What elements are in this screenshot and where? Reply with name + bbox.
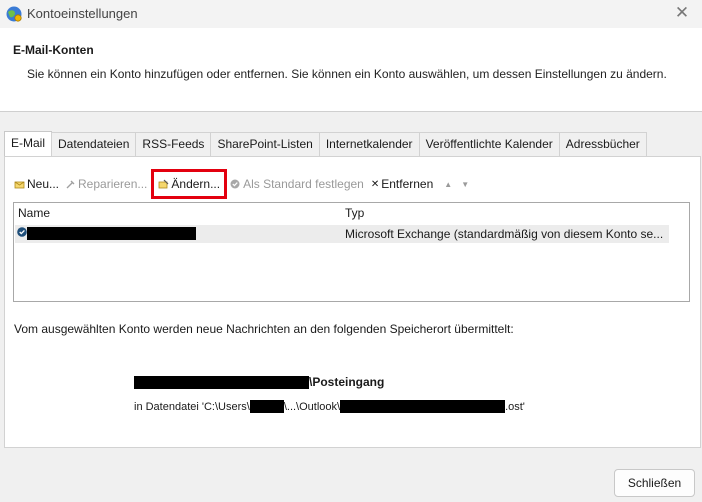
delivery-info-text: Vom ausgewählten Konto werden neue Nachr… (14, 322, 514, 336)
column-header-type[interactable]: Typ (345, 206, 364, 220)
change-settings-icon (158, 179, 169, 188)
redacted-username (249, 400, 284, 413)
redacted-mailbox (134, 375, 309, 389)
window-title: Kontoeinstellungen (27, 6, 138, 21)
remove-account-button[interactable]: ✕ Entfernen (371, 174, 433, 194)
data-file-prefix: in Datendatei 'C:\Users\ (134, 400, 250, 413)
remove-account-label: Entfernen (381, 177, 434, 191)
data-file-path: in Datendatei 'C:\Users\ \...\Outlook\ .… (134, 400, 525, 413)
repair-button[interactable]: Reparieren... (65, 174, 147, 194)
data-file-suffix: .ost' (505, 400, 525, 413)
tab-adressbuecher[interactable]: Adressbücher (558, 132, 647, 156)
arrow-down-icon: ▼ (461, 179, 470, 189)
account-row[interactable]: Microsoft Exchange (standardmäßig von di… (15, 225, 669, 243)
default-check-icon (230, 179, 240, 189)
section-heading: E-Mail-Konten (13, 43, 94, 57)
column-header-name[interactable]: Name (18, 206, 50, 220)
default-account-check-icon (17, 227, 27, 237)
tab-internetkalender[interactable]: Internetkalender (318, 132, 420, 156)
tab-datendateien[interactable]: Datendateien (51, 132, 137, 156)
close-icon[interactable]: ✕ (662, 0, 702, 28)
change-account-button[interactable]: Ändern... (151, 169, 228, 199)
tab-rss-feeds[interactable]: RSS-Feeds (135, 132, 212, 156)
new-account-label: Neu... (27, 177, 60, 191)
account-toolbar: Neu... Reparieren... Ändern... Als Stand… (14, 169, 472, 199)
data-file-middle: \...\Outlook\ (283, 400, 341, 413)
remove-x-icon: ✕ (370, 178, 380, 190)
delivery-folder-name: \Posteingang (309, 375, 385, 389)
title-bar: Kontoeinstellungen ✕ (0, 0, 702, 28)
move-up-button[interactable]: ▲ (441, 174, 455, 194)
list-scrollbar[interactable] (670, 203, 689, 301)
new-mail-icon (14, 181, 25, 188)
close-button[interactable]: Schließen (614, 469, 695, 497)
tab-sharepoint-listen[interactable]: SharePoint-Listen (210, 132, 320, 156)
new-account-button[interactable]: Neu... (14, 174, 59, 194)
change-account-label: Ändern... (171, 177, 221, 191)
repair-label: Reparieren... (78, 177, 148, 191)
repair-tools-icon (66, 180, 75, 188)
tab-veroeffentlichte-kalender[interactable]: Veröffentlichte Kalender (418, 132, 560, 156)
account-list[interactable]: Name Typ Microsoft Exchange (standardmäß… (13, 202, 690, 302)
tab-bar: E-Mail Datendateien RSS-Feeds SharePoint… (4, 131, 647, 156)
tab-email[interactable]: E-Mail (4, 131, 53, 156)
arrow-up-icon: ▲ (444, 179, 453, 189)
email-tab-page: Neu... Reparieren... Ändern... Als Stand… (4, 156, 701, 448)
set-default-label: Als Standard festlegen (243, 177, 364, 191)
redacted-filename (340, 400, 506, 413)
account-type: Microsoft Exchange (standardmäßig von di… (345, 227, 664, 241)
delivery-folder: \Posteingang (134, 375, 384, 389)
redacted-account-name (27, 227, 196, 240)
settings-globe-icon (6, 6, 22, 22)
move-down-button[interactable]: ▼ (458, 174, 472, 194)
header-panel: E-Mail-Konten Sie können ein Konto hinzu… (0, 28, 702, 112)
section-description: Sie können ein Konto hinzufügen oder ent… (27, 67, 667, 81)
set-default-button[interactable]: Als Standard festlegen (230, 174, 364, 194)
